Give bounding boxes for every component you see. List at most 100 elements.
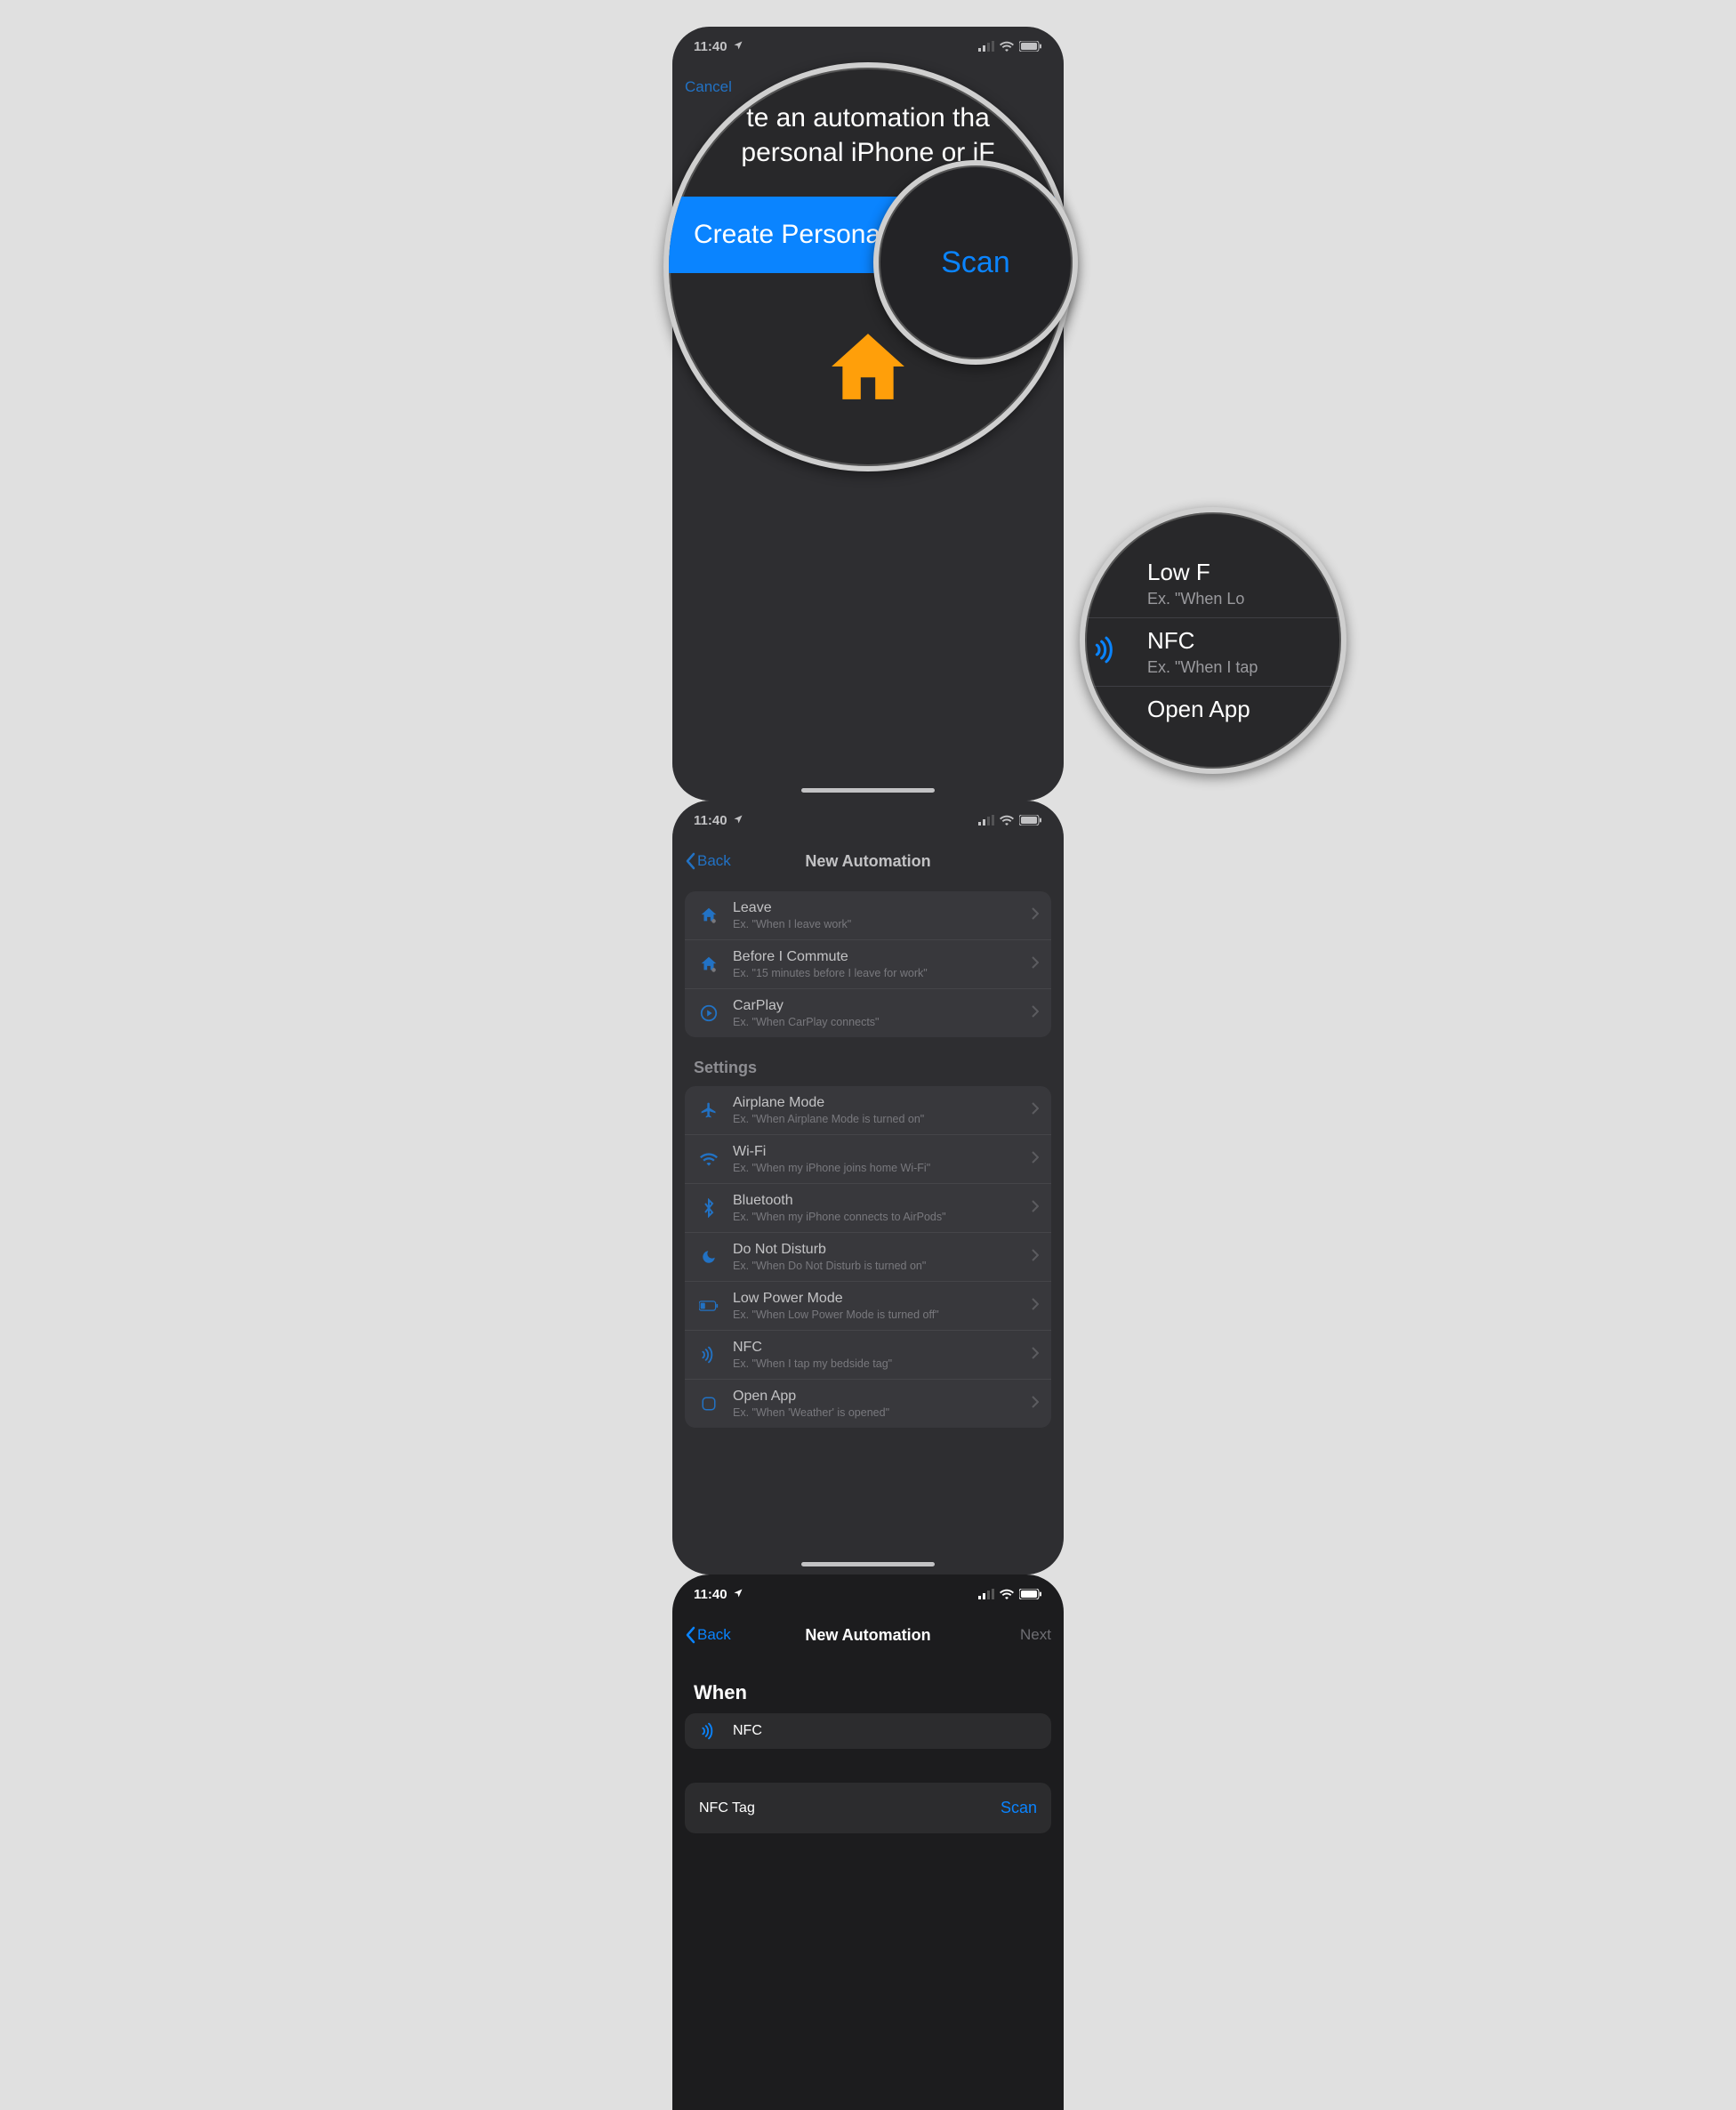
trigger-row-dnd[interactable]: Do Not Disturb Ex. "When Do Not Disturb … [685,1233,1051,1282]
row-label: Do Not Disturb [733,1242,1019,1258]
when-card: NFC [685,1713,1051,1749]
triggers-group-travel: Leave Ex. "When I leave work" Before I C… [685,891,1051,1037]
row-label: Leave [733,900,1019,916]
trigger-row-before-commute[interactable]: Before I Commute Ex. "15 minutes before … [685,940,1051,989]
signal-icon [978,815,994,825]
when-row-nfc: NFC [685,1713,1051,1749]
location-icon [733,39,743,54]
phone-screen-2: 11:40 Back New Automation [672,801,1064,1574]
row-subtitle: Ex. "When my iPhone connects to AirPods" [733,1211,1019,1223]
row-label: Before I Commute [733,949,1019,965]
chevron-right-icon [1032,1005,1039,1022]
home-indicator[interactable] [801,788,935,793]
chevron-right-icon [1032,1298,1039,1315]
signal-icon [978,1589,994,1599]
location-icon [733,1587,743,1602]
next-button[interactable]: Next [1020,1626,1051,1644]
nav-bar: Back New Automation Next [672,1614,1064,1656]
row-subtitle: Ex. "When I leave work" [733,918,1019,930]
chevron-right-icon [1032,1151,1039,1168]
row-subtitle: Ex. "15 minutes before I leave for work" [733,967,1019,979]
status-bar: 11:40 [672,1574,1064,1614]
scan-button[interactable]: Scan [1001,1799,1037,1817]
signal-icon [978,41,994,52]
chevron-right-icon [1032,1249,1039,1266]
status-time: 11:40 [694,1587,727,1602]
back-button[interactable]: Back [685,1626,731,1644]
row-label: Wi-Fi [733,1144,1019,1160]
battery-icon [1019,41,1042,52]
section-header-settings: Settings [672,1053,1064,1086]
moon-icon [697,1249,720,1265]
trigger-row-lowpower[interactable]: Low Power Mode Ex. "When Low Power Mode … [685,1282,1051,1331]
row-subtitle: Ex. "When 'Weather' is opened" [733,1406,1019,1419]
cancel-button[interactable]: Cancel [685,78,732,96]
row-subtitle: Ex. "When Low Power Mode is turned off" [733,1309,1019,1321]
chevron-right-icon [1032,1396,1039,1413]
battery-low-icon [697,1301,720,1311]
row-label: Open App [733,1389,1019,1405]
row-subtitle: Ex. "When my iPhone joins home Wi-Fi" [733,1162,1019,1174]
mag-row-next: Open App [1085,687,1341,732]
trigger-row-openapp[interactable]: Open App Ex. "When 'Weather' is opened" [685,1380,1051,1428]
home-indicator[interactable] [801,1562,935,1566]
location-icon [733,813,743,828]
row-label: Low Power Mode [733,1291,1019,1307]
house-leave-icon [697,906,720,925]
chevron-right-icon [1032,1200,1039,1217]
chevron-right-icon [1032,1347,1039,1364]
row-label: Bluetooth [733,1193,1019,1209]
section-header-when: When [672,1665,1064,1713]
magnifier-nfc-row: Low F Ex. "When Lo NFC Ex. "When I tap O… [1080,507,1346,774]
nfc-tag-label: NFC Tag [699,1800,755,1816]
wifi-icon [1000,41,1014,52]
wifi-icon [697,1152,720,1166]
nfc-icon [697,1722,720,1740]
mag-row-nfc[interactable]: NFC Ex. "When I tap [1085,618,1341,687]
row-subtitle: Ex. "When Do Not Disturb is turned on" [733,1260,1019,1272]
airplane-icon [697,1101,720,1119]
row-label: NFC [733,1340,1019,1356]
mag-row-prev: Low F Ex. "When Lo [1085,550,1341,618]
phone-screen-3: 11:40 Back New Automation Next [672,1574,1064,2110]
house-commute-icon [697,954,720,974]
battery-icon [1019,815,1042,825]
chevron-right-icon [1032,956,1039,973]
content-area: When NFC NFC Tag Scan [672,1656,1064,2110]
row-label: NFC [733,1723,1039,1739]
magnifier-scan: Scan [873,160,1078,365]
nfc-icon [1092,635,1121,668]
status-bar: 11:40 [672,801,1064,840]
bluetooth-icon [697,1198,720,1218]
chevron-right-icon [1032,1102,1039,1119]
trigger-row-carplay[interactable]: CarPlay Ex. "When CarPlay connects" [685,989,1051,1037]
row-subtitle: Ex. "When Airplane Mode is turned on" [733,1113,1019,1125]
trigger-row-wifi[interactable]: Wi-Fi Ex. "When my iPhone joins home Wi-… [685,1135,1051,1184]
battery-icon [1019,1589,1042,1599]
status-time: 11:40 [694,39,727,54]
status-time: 11:40 [694,813,727,828]
nfc-tag-row: NFC Tag Scan [685,1783,1051,1833]
trigger-row-bluetooth[interactable]: Bluetooth Ex. "When my iPhone connects t… [685,1184,1051,1233]
status-bar: 11:40 [672,27,1064,66]
row-subtitle: Ex. "When I tap my bedside tag" [733,1357,1019,1370]
content-area[interactable]: Leave Ex. "When I leave work" Before I C… [672,882,1064,1574]
scan-button[interactable]: Scan [879,246,1073,280]
nav-title: New Automation [805,1626,930,1645]
nav-title: New Automation [805,852,930,871]
nav-bar: Back New Automation [672,840,1064,882]
back-button[interactable]: Back [685,852,731,870]
trigger-row-airplane[interactable]: Airplane Mode Ex. "When Airplane Mode is… [685,1086,1051,1135]
carplay-icon [697,1003,720,1023]
wifi-icon [1000,1589,1014,1599]
app-icon [697,1396,720,1412]
row-subtitle: Ex. "When CarPlay connects" [733,1016,1019,1028]
row-label: Airplane Mode [733,1095,1019,1111]
nfc-icon [697,1346,720,1364]
wifi-icon [1000,815,1014,825]
row-label: CarPlay [733,998,1019,1014]
trigger-row-leave[interactable]: Leave Ex. "When I leave work" [685,891,1051,940]
triggers-group-settings: Airplane Mode Ex. "When Airplane Mode is… [685,1086,1051,1428]
chevron-right-icon [1032,907,1039,924]
trigger-row-nfc[interactable]: NFC Ex. "When I tap my bedside tag" [685,1331,1051,1380]
